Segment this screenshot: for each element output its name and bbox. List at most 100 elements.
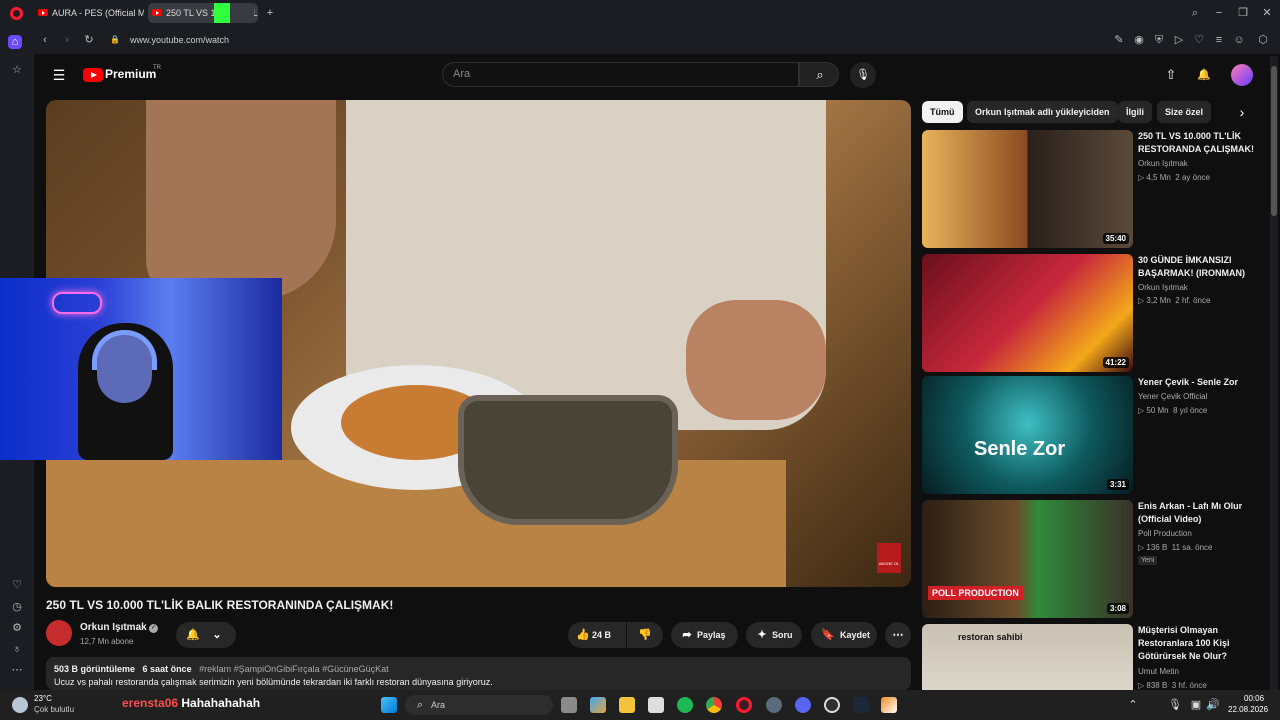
rec-views: 4,5 Mn (1146, 173, 1171, 182)
video-thumbnail[interactable]: restoran sahibi (922, 624, 1133, 690)
forward-icon[interactable]: › (60, 33, 74, 47)
tab-aura[interactable]: AURA - PES (Official Music (34, 3, 144, 23)
recommendation-card[interactable]: 35:40 250 TL VS 10.000 TL'LİK RESTORANDA… (922, 130, 1268, 248)
opera-gx-icon[interactable] (736, 697, 752, 713)
close-icon[interactable]: ✕ (1260, 6, 1274, 20)
video-thumbnail[interactable]: 35:40 (922, 130, 1133, 248)
minimize-icon[interactable]: − (1212, 6, 1226, 20)
hashtags[interactable]: #reklam #ŞampiOnGibiFırçala #GücüneGüçKa… (199, 664, 389, 674)
ask-button[interactable]: ✦ Soru (746, 622, 802, 648)
create-upload-icon[interactable]: ⇧ (1164, 68, 1178, 82)
recommendation-title[interactable]: 30 GÜNDE İMKANSIZI BAŞARMAK! (IRONMAN) (1138, 254, 1266, 280)
network-icon[interactable]: ▣ (1189, 698, 1203, 712)
chip-for-you[interactable]: Size özel (1157, 101, 1212, 123)
settings-icon[interactable]: ⚙ (10, 621, 24, 635)
app-icon[interactable] (766, 697, 782, 713)
recommendation-channel[interactable]: Yener Çevik Official (1138, 392, 1207, 401)
microphone-icon[interactable]: 🎙 (1168, 698, 1182, 712)
maximize-icon[interactable]: ❐ (1236, 6, 1250, 20)
discord-icon[interactable] (795, 697, 811, 713)
obs-icon[interactable] (824, 697, 840, 713)
dislike-button[interactable]: 👎 (627, 622, 663, 648)
profile-icon[interactable]: ☺ (1232, 33, 1246, 47)
bookmark-icon: 🔖 (821, 629, 835, 641)
recommendation-card[interactable]: restoran sahibi Müşterisi Olmayan Restor… (922, 624, 1268, 690)
play-icon[interactable]: ▷ (1172, 33, 1186, 47)
more-actions-button[interactable]: ⋯ (885, 622, 911, 648)
chrome-icon[interactable] (706, 697, 722, 713)
recommendation-channel[interactable]: Poll Production (1138, 529, 1192, 538)
more-icon[interactable]: ⋯ (10, 663, 24, 677)
recommendation-title[interactable]: Enis Arkan - Lafı Mı Olur (Official Vide… (1138, 500, 1266, 526)
video-thumbnail[interactable]: POLL PRODUCTION 3:08 (922, 500, 1133, 618)
volume-icon[interactable]: 🔊 (1206, 698, 1220, 712)
channel-avatar[interactable] (46, 620, 72, 646)
notifications-bell-icon[interactable]: 🔔 (1197, 68, 1211, 82)
chevron-right-icon[interactable]: › (1235, 105, 1249, 119)
chip-from-uploader[interactable]: Orkun Işıtmak adlı yükleyiciden (967, 101, 1118, 123)
description-box[interactable]: 503 B görüntüleme 6 saat önce #reklam #Ş… (46, 657, 911, 690)
recommendation-title[interactable]: Müşterisi Olmayan Restoranlara 100 Kişi … (1138, 624, 1266, 663)
weather-icon[interactable] (12, 697, 28, 713)
duration-badge: 35:40 (1102, 233, 1129, 244)
shield-icon[interactable]: ⛨ (1152, 33, 1166, 47)
recommendation-card[interactable]: POLL PRODUCTION 3:08 Enis Arkan - Lafı M… (922, 500, 1268, 618)
recommendation-channel[interactable]: Orkun Işıtmak (1138, 283, 1188, 292)
scrollbar-thumb[interactable] (1271, 66, 1277, 216)
video-thumbnail[interactable]: Senle Zor 3:31 (922, 376, 1133, 494)
search-input[interactable]: Ara (442, 62, 799, 87)
windows-start-icon[interactable] (381, 697, 397, 713)
subscribe-bell-button[interactable]: 🔔 ⌄ (176, 622, 236, 648)
home-icon[interactable]: ⌂ (8, 35, 22, 49)
video-thumbnail[interactable]: 41:22 (922, 254, 1133, 372)
url-field[interactable]: www.youtube.com/watch (96, 32, 1086, 48)
opera-logo-icon[interactable] (10, 7, 23, 20)
file-explorer-icon[interactable] (619, 697, 635, 713)
cube-icon[interactable]: ⬡ (1256, 33, 1270, 47)
recommendation-title[interactable]: 250 TL VS 10.000 TL'LİK RESTORANDA ÇALIŞ… (1138, 130, 1266, 156)
heart-icon[interactable]: ♡ (10, 578, 24, 592)
spotify-icon[interactable] (677, 697, 693, 713)
store-icon[interactable] (648, 697, 664, 713)
menu-icon[interactable]: ≡ (1212, 33, 1226, 47)
recommendation-card[interactable]: 41:22 30 GÜNDE İMKANSIZI BAŞARMAK! (IRON… (922, 254, 1268, 372)
save-button[interactable]: 🔖 Kaydet (811, 622, 877, 648)
search-tabs-icon[interactable]: ⌕ (1188, 6, 1202, 20)
voice-search-button[interactable]: 🎙 (850, 62, 876, 88)
youtube-logo-text: Premium (105, 67, 157, 81)
channel-name[interactable]: Orkun Işıtmak (80, 622, 147, 633)
history-icon[interactable]: ◷ (10, 600, 24, 614)
chevron-up-icon[interactable]: ⌃ (1126, 698, 1140, 712)
recommendation-channel[interactable]: Orkun Işıtmak (1138, 159, 1188, 168)
youtube-region-code: TR (153, 65, 161, 71)
recommendation-title[interactable]: Yener Çevik - Senle Zor (1138, 376, 1266, 389)
recommendation-channel[interactable]: Umut Metin (1138, 667, 1179, 676)
hamburger-menu-icon[interactable]: ☰ (52, 68, 66, 82)
stream-overlay-badge (214, 3, 254, 23)
like-button[interactable]: 👍 24 B (568, 622, 626, 648)
widgets-icon[interactable] (590, 697, 606, 713)
page-scrollbar[interactable] (1270, 56, 1278, 690)
bulb-icon[interactable]: ♁ (10, 642, 24, 656)
clock-time[interactable]: 00:06 (1244, 694, 1264, 703)
extensions-icon[interactable]: ✎ (1112, 33, 1126, 47)
user-avatar[interactable] (1231, 64, 1253, 86)
star-icon[interactable]: ☆ (10, 63, 24, 77)
share-button[interactable]: ➦ Paylaş (671, 622, 738, 648)
chef-hand-shape (686, 300, 826, 420)
game-app-icon[interactable] (881, 697, 897, 713)
back-icon[interactable]: ‹ (38, 33, 52, 47)
task-view-icon[interactable] (561, 697, 577, 713)
new-tab-icon[interactable]: + (263, 6, 277, 20)
taskbar-search-input[interactable]: ⌕ Ara (405, 695, 553, 715)
steam-icon[interactable] (853, 697, 869, 713)
clock-date[interactable]: 22.08.2026 (1228, 705, 1268, 714)
reload-icon[interactable]: ↻ (82, 33, 96, 47)
recommendation-card[interactable]: Senle Zor 3:31 Yener Çevik - Senle Zor Y… (922, 376, 1268, 494)
camera-icon[interactable]: ◉ (1132, 33, 1146, 47)
chip-related[interactable]: İlgili (1118, 101, 1152, 123)
heart-outline-icon[interactable]: ♡ (1192, 33, 1206, 47)
chip-all[interactable]: Tümü (922, 101, 963, 123)
search-button[interactable]: ⌕ (799, 62, 839, 87)
subscribe-watermark-icon[interactable]: ABONE OL (877, 543, 901, 573)
